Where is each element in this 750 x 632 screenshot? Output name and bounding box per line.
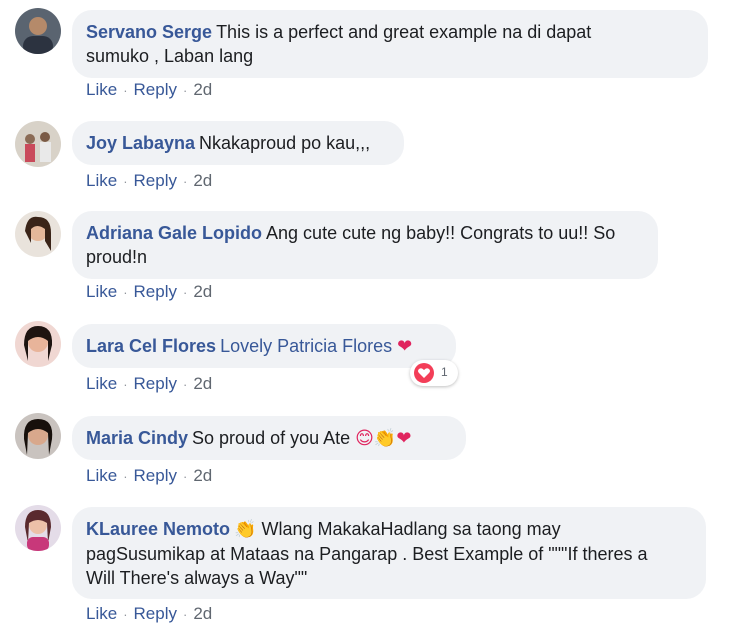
comment-actions: Like · Reply · 2d <box>86 466 213 485</box>
comment-text: Nkakaproud po kau,,, <box>199 133 371 153</box>
comment-bubble: Maria Cindy So proud of you Ate 😊👏❤ <box>72 416 466 460</box>
avatar[interactable] <box>15 413 61 459</box>
tagged-user-link[interactable]: Lovely Patricia Flores <box>220 336 392 356</box>
timestamp[interactable]: 2d <box>193 374 212 393</box>
comment-text: This is a perfect and great example na d… <box>216 22 592 42</box>
like-link[interactable]: Like <box>86 282 117 301</box>
reply-link[interactable]: Reply <box>134 282 177 301</box>
reaction-badge[interactable]: 1 <box>410 360 458 386</box>
reply-link[interactable]: Reply <box>134 604 177 623</box>
emoji-icons: 😊👏❤ <box>355 428 412 449</box>
comment-text: pagSusumikap at Mataas na Pangarap . Bes… <box>86 544 648 564</box>
comment-bubble: KLauree Nemoto 👏 Wlang MakakaHadlang sa t… <box>72 507 706 599</box>
like-link[interactable]: Like <box>86 466 117 485</box>
timestamp[interactable]: 2d <box>193 466 212 485</box>
comment-actions: Like · Reply · 2d <box>86 282 213 301</box>
avatar[interactable] <box>15 8 61 54</box>
heart-emoji-icon: ❤ <box>397 336 413 357</box>
like-link[interactable]: Like <box>86 80 117 99</box>
clapping-hands-icon: 👏 <box>234 519 257 540</box>
like-link[interactable]: Like <box>86 604 117 623</box>
comment-text: Wlang MakakaHadlang sa taong may <box>261 519 561 539</box>
reply-link[interactable]: Reply <box>134 374 177 393</box>
like-link[interactable]: Like <box>86 374 117 393</box>
reply-link[interactable]: Reply <box>134 171 177 190</box>
reply-link[interactable]: Reply <box>134 80 177 99</box>
avatar[interactable] <box>15 321 61 367</box>
reaction-count: 1 <box>441 365 448 379</box>
comment-author[interactable]: Joy Labayna <box>86 133 195 153</box>
reply-link[interactable]: Reply <box>134 466 177 485</box>
comment-actions: Like · Reply · 2d <box>86 80 213 99</box>
comment-bubble: Adriana Gale Lopido Ang cute cute ng baby… <box>72 211 658 279</box>
timestamp[interactable]: 2d <box>193 171 212 190</box>
comment-author[interactable]: Lara Cel Flores <box>86 336 216 356</box>
avatar[interactable] <box>15 121 61 167</box>
comment-text: Ang cute cute ng baby!! Congrats to uu!!… <box>266 223 616 243</box>
comment-actions: Like · Reply · 2d <box>86 604 213 623</box>
comment-author[interactable]: KLauree Nemoto <box>86 519 230 539</box>
avatar[interactable] <box>15 211 61 257</box>
comment-bubble: Servano Serge This is a perfect and great… <box>72 10 708 78</box>
comment-actions: Like · Reply · 2d <box>86 171 213 190</box>
timestamp[interactable]: 2d <box>193 80 212 99</box>
heart-reaction-icon <box>414 363 434 383</box>
comment-text: proud!n <box>86 247 148 267</box>
comment-author[interactable]: Maria Cindy <box>86 428 188 448</box>
comment-author[interactable]: Adriana Gale Lopido <box>86 223 262 243</box>
comment-text: Will There's always a Way"" <box>86 568 308 588</box>
comment-text: So proud of you Ate <box>192 428 351 448</box>
timestamp[interactable]: 2d <box>193 604 212 623</box>
timestamp[interactable]: 2d <box>193 282 212 301</box>
comment-text: sumuko , Laban lang <box>86 46 254 66</box>
comment-actions: Like · Reply · 2d <box>86 374 213 393</box>
comment-bubble: Joy Labayna Nkakaproud po kau,,, <box>72 121 404 165</box>
avatar[interactable] <box>15 505 61 551</box>
comment-author[interactable]: Servano Serge <box>86 22 212 42</box>
like-link[interactable]: Like <box>86 171 117 190</box>
comment-bubble: Lara Cel Flores Lovely Patricia Flores ❤ <box>72 324 456 368</box>
